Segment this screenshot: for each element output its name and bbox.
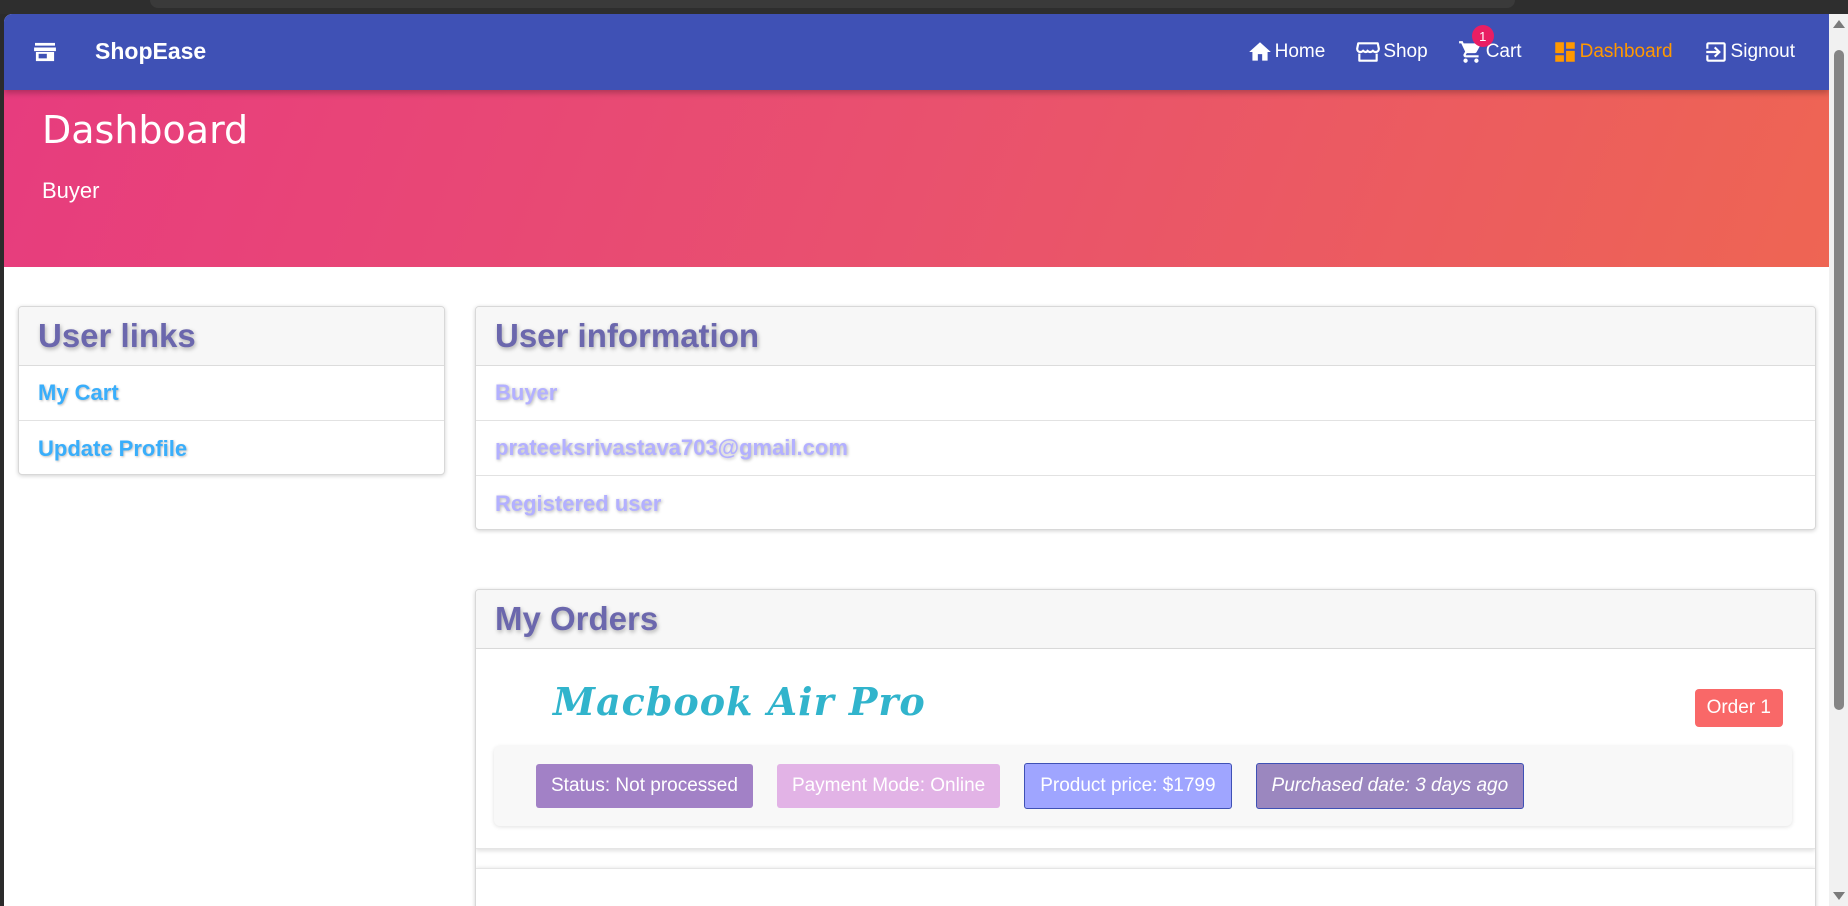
browser-chrome	[0, 0, 1848, 14]
user-role: Registered user	[495, 490, 662, 516]
user-links-card: User links My Cart Update Profile	[18, 306, 445, 475]
home-icon	[1248, 42, 1271, 61]
my-orders-title: My Orders	[476, 590, 1815, 649]
nav-cart[interactable]: 1 Cart	[1458, 25, 1522, 65]
nav-home[interactable]: Home	[1247, 39, 1326, 65]
signout-icon	[1705, 42, 1726, 62]
dashboard-icon	[1554, 42, 1575, 62]
scroll-up-arrow-icon[interactable]	[1833, 20, 1845, 28]
navbar: ShopEase Home Shop 1 Cart Dashboard Sign…	[4, 14, 1829, 90]
brand-name[interactable]: ShopEase	[95, 38, 206, 65]
nav-links: Home Shop 1 Cart Dashboard Signout	[1247, 14, 1815, 90]
user-email: prateeksrivastava703@gmail.com	[476, 421, 1815, 476]
nav-cart-label: Cart	[1485, 41, 1522, 62]
my-cart-link[interactable]: My Cart	[19, 366, 444, 421]
store-icon[interactable]	[34, 42, 56, 62]
page-header: Dashboard Buyer	[4, 90, 1829, 267]
nav-shop-label: Shop	[1383, 41, 1428, 62]
user-name: Buyer	[476, 366, 1815, 421]
product-price-badge: Product price: $1799	[1024, 763, 1232, 809]
scroll-thumb[interactable]	[1834, 50, 1844, 710]
payment-mode-badge: Payment Mode: Online	[776, 764, 1001, 808]
order-item: Macbook Air Pro Order 1 Status: Not proc…	[476, 649, 1815, 849]
order-status-badge: Status: Not processed	[536, 764, 753, 808]
order-item-partial	[476, 868, 1815, 906]
order-number-badge: Order 1	[1694, 689, 1783, 727]
purchase-date-badge: Purchased date: 3 days ago	[1255, 763, 1525, 809]
cart-count-badge: 1	[1471, 25, 1494, 47]
nav-dashboard[interactable]: Dashboard	[1552, 39, 1673, 65]
nav-signout[interactable]: Signout	[1703, 39, 1795, 65]
user-info-card: User information Buyer prateeksrivastava…	[475, 306, 1816, 530]
page-subtitle: Buyer	[42, 178, 100, 203]
order-product-name: Macbook Air Pro	[553, 679, 926, 724]
storefront-icon	[1356, 42, 1381, 62]
user-links-title: User links	[19, 307, 444, 366]
page-title: Dashboard	[42, 108, 249, 152]
update-profile-link[interactable]: Update Profile	[19, 421, 444, 474]
nav-shop[interactable]: Shop	[1355, 39, 1428, 65]
nav-home-label: Home	[1274, 41, 1326, 62]
scroll-down-arrow-icon[interactable]	[1833, 892, 1845, 900]
page-viewport: ShopEase Home Shop 1 Cart Dashboard Sign…	[4, 14, 1829, 906]
browser-tab-strip	[150, 0, 1515, 8]
nav-signout-label: Signout	[1730, 41, 1795, 62]
page-scrollbar[interactable]	[1829, 14, 1848, 906]
my-orders-card: My Orders Macbook Air Pro Order 1 Status…	[475, 589, 1816, 906]
order-details: Status: Not processed Payment Mode: Onli…	[494, 746, 1792, 826]
user-info-title: User information	[476, 307, 1815, 366]
nav-dashboard-label: Dashboard	[1579, 41, 1673, 62]
